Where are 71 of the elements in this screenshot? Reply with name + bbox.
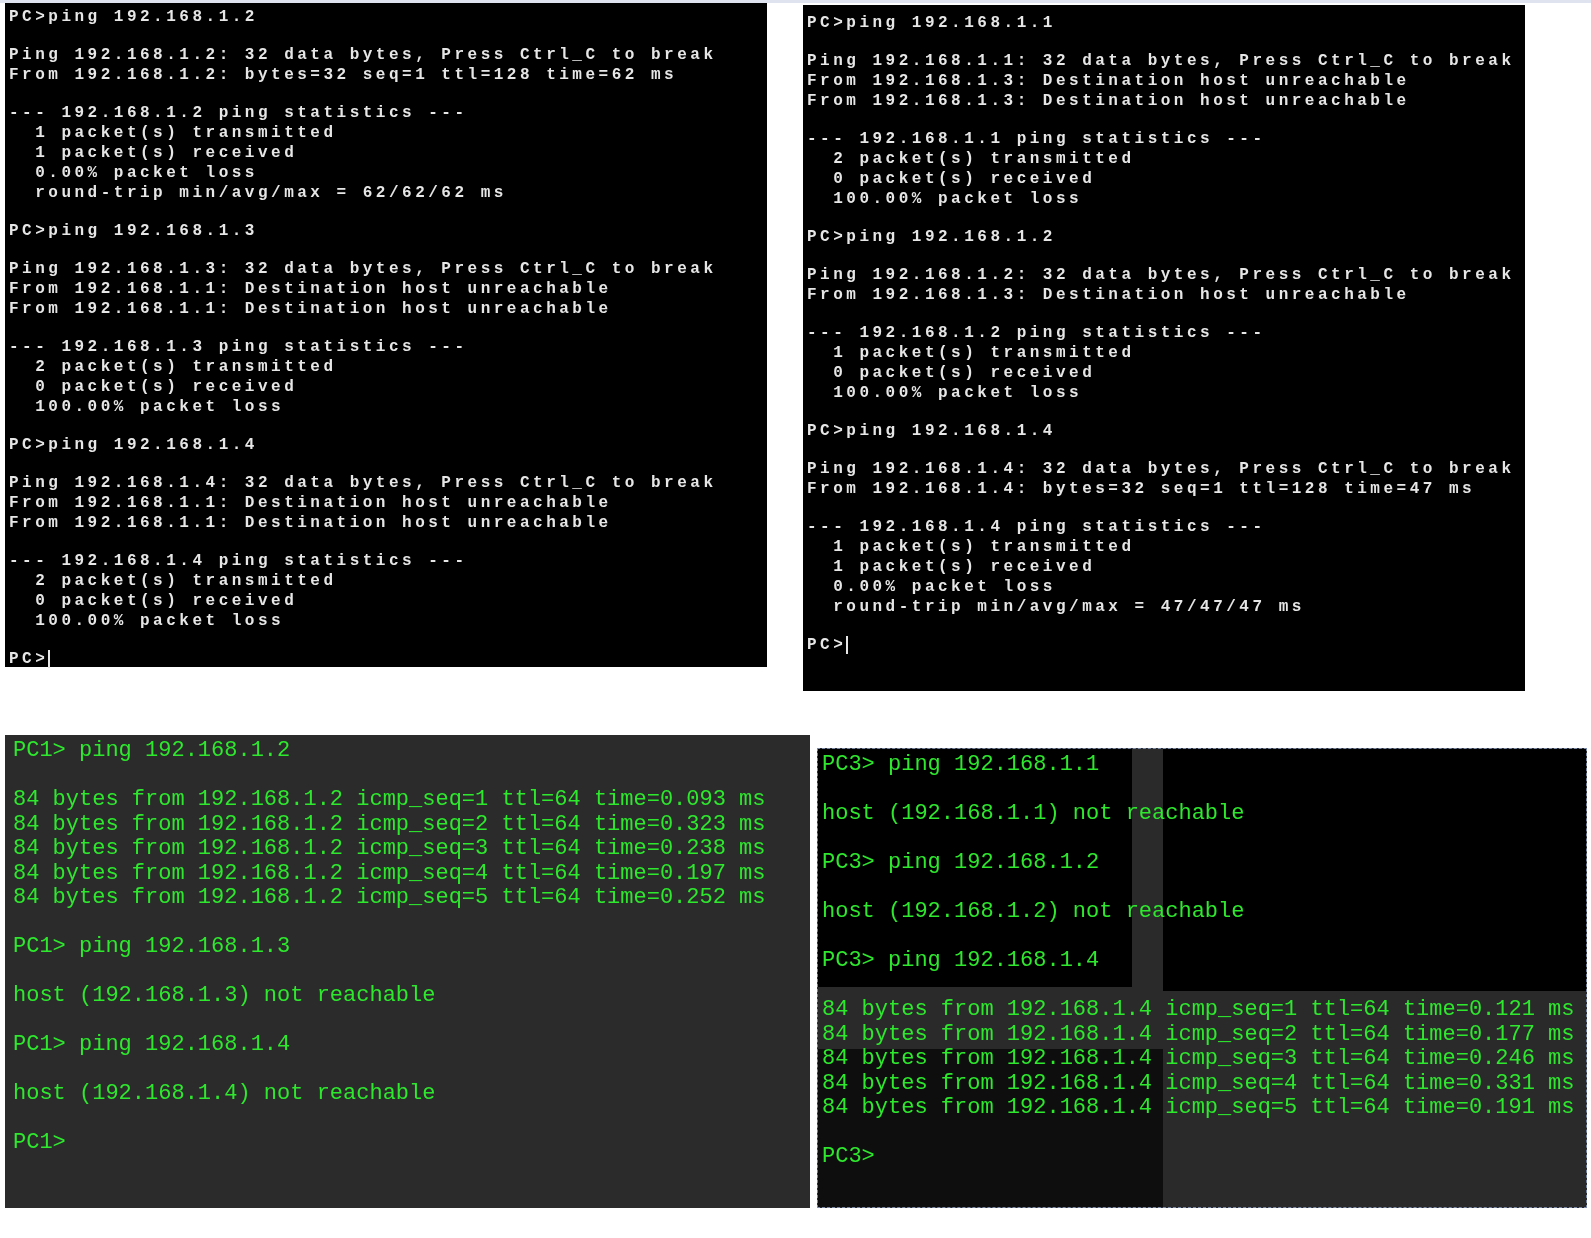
terminal-line: host (192.168.1.2) not reachable — [822, 900, 1245, 925]
terminal-line: Ping 192.168.1.4: 32 data bytes, Press Ctrl_C to break — [807, 459, 1515, 479]
terminal-line: Ping 192.168.1.2: 32 data bytes, Press Ctrl_C to break — [9, 45, 717, 65]
terminal-line: 2 packet(s) transmitted — [34, 571, 337, 591]
terminal-line: 84 bytes from 192.168.1.4 icmp_seq=2 ttl=64 time=0.177 ms — [822, 1022, 1575, 1047]
terminal-line: PC3> ping 192.168.1.1 — [822, 753, 1100, 778]
terminal-line: --- 192.168.1.4 ping statistics --- — [9, 551, 468, 571]
terminal-line: From 192.168.1.1: Destination host unreachable — [9, 493, 612, 513]
terminal-line: From 192.168.1.1: Destination host unreachable — [9, 299, 612, 319]
terminal-line: 84 bytes from 192.168.1.2 icmp_seq=1 ttl=64 time=0.093 ms — [13, 788, 766, 813]
terminal-line: Ping 192.168.1.4: 32 data bytes, Press Ctrl_C to break — [9, 473, 717, 493]
terminal-line: --- 192.168.1.2 ping statistics --- — [807, 323, 1266, 343]
terminal-line: 0 packet(s) received — [34, 377, 298, 397]
terminal-line: 84 bytes from 192.168.1.4 icmp_seq=5 ttl=64 time=0.191 ms — [822, 1096, 1575, 1121]
terminal-line: 84 bytes from 192.168.1.4 icmp_seq=1 ttl=64 time=0.121 ms — [822, 998, 1575, 1023]
terminal-line: Ping 192.168.1.1: 32 data bytes, Press Ctrl_C to break — [807, 51, 1515, 71]
terminal-line: PC3> ping 192.168.1.4 — [822, 949, 1100, 974]
terminal-line: 0 packet(s) received — [34, 591, 298, 611]
terminal-line: 100.00% packet loss — [832, 189, 1083, 209]
terminal-line: 1 packet(s) transmitted — [34, 123, 337, 143]
terminal-line: PC3> ping 192.168.1.2 — [822, 851, 1100, 876]
terminal-line: From 192.168.1.1: Destination host unreachable — [9, 279, 612, 299]
terminal-line: From 192.168.1.3: Destination host unreachable — [807, 71, 1410, 91]
terminal-line: 1 packet(s) transmitted — [832, 537, 1135, 557]
terminal-line: 0.00% packet loss — [34, 163, 258, 183]
terminal-line: From 192.168.1.3: Destination host unreachable — [807, 285, 1410, 305]
terminal-line: --- 192.168.1.4 ping statistics --- — [807, 517, 1266, 537]
terminal-line: Ping 192.168.1.2: 32 data bytes, Press Ctrl_C to break — [807, 265, 1515, 285]
terminal-line: host (192.168.1.4) not reachable — [13, 1082, 436, 1107]
terminal-line: 84 bytes from 192.168.1.4 icmp_seq=4 ttl=64 time=0.331 ms — [822, 1071, 1575, 1096]
terminal-line: From 192.168.1.2: bytes=32 seq=1 ttl=128 time=62 ms — [9, 65, 678, 85]
terminal-line: 2 packet(s) transmitted — [832, 149, 1135, 169]
terminal-line: From 192.168.1.3: Destination host unreachable — [807, 91, 1410, 111]
terminal-line: PC>ping 192.168.1.2 — [807, 227, 1056, 247]
terminal-line: host (192.168.1.1) not reachable — [822, 802, 1245, 827]
terminal-line: --- 192.168.1.2 ping statistics --- — [9, 103, 468, 123]
terminal-line: --- 192.168.1.3 ping statistics --- — [9, 337, 468, 357]
terminal-line: 100.00% packet loss — [34, 611, 285, 631]
terminal-line: PC1> ping 192.168.1.4 — [13, 1033, 291, 1058]
terminal-line: 0.00% packet loss — [832, 577, 1056, 597]
terminal-line: PC1> ping 192.168.1.3 — [13, 935, 291, 960]
terminal-line: host (192.168.1.3) not reachable — [13, 984, 436, 1009]
terminal-line: PC> — [807, 635, 847, 655]
terminal-line: PC>ping 192.168.1.4 — [807, 421, 1056, 441]
terminal-line: Ping 192.168.1.3: 32 data bytes, Press Ctrl_C to break — [9, 259, 717, 279]
terminal-line: PC1> — [13, 1131, 66, 1156]
terminal-line: 84 bytes from 192.168.1.2 icmp_seq=4 ttl=64 time=0.197 ms — [13, 861, 766, 886]
terminal-line: From 192.168.1.4: bytes=32 seq=1 ttl=128 time=47 ms — [807, 479, 1476, 499]
terminal-line: From 192.168.1.1: Destination host unreachable — [9, 513, 612, 533]
terminal-line: PC> — [9, 649, 49, 669]
terminal-line: 100.00% packet loss — [832, 383, 1083, 403]
terminal-line: PC>ping 192.168.1.1 — [807, 13, 1056, 33]
terminal-line: PC>ping 192.168.1.2 — [9, 7, 258, 27]
terminal-line: --- 192.168.1.1 ping statistics --- — [807, 129, 1266, 149]
terminal-line: 84 bytes from 192.168.1.4 icmp_seq=3 ttl=64 time=0.246 ms — [822, 1047, 1575, 1072]
terminal-line: 100.00% packet loss — [34, 397, 285, 417]
terminal-line: 2 packet(s) transmitted — [34, 357, 337, 377]
terminal-line: 84 bytes from 192.168.1.2 icmp_seq=2 ttl=64 time=0.323 ms — [13, 812, 766, 837]
terminal-line: PC>ping 192.168.1.4 — [9, 435, 258, 455]
terminal-line: 1 packet(s) transmitted — [832, 343, 1135, 363]
terminal-line: PC1> ping 192.168.1.2 — [13, 739, 291, 764]
terminal-line: PC3> — [822, 1145, 875, 1170]
terminal-line: 84 bytes from 192.168.1.2 icmp_seq=5 ttl=64 time=0.252 ms — [13, 886, 766, 911]
terminal-line: 1 packet(s) received — [832, 557, 1096, 577]
terminal-line: round-trip min/avg/max = 47/47/47 ms — [832, 597, 1305, 617]
terminal-line: 84 bytes from 192.168.1.2 icmp_seq=3 ttl=64 time=0.238 ms — [13, 837, 766, 862]
terminal-line: PC>ping 192.168.1.3 — [9, 221, 258, 241]
terminal-line: 0 packet(s) received — [832, 169, 1096, 189]
terminal-line: round-trip min/avg/max = 62/62/62 ms — [34, 183, 507, 203]
terminal-line: 0 packet(s) received — [832, 363, 1096, 383]
terminal-line: 1 packet(s) received — [34, 143, 298, 163]
